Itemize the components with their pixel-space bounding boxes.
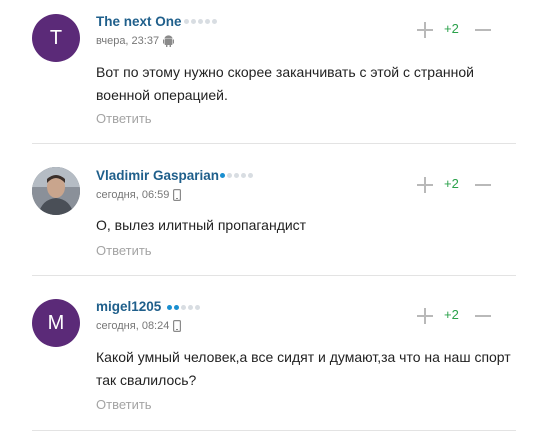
rating-dot [188, 305, 193, 310]
rating-dot [234, 173, 239, 178]
rating-dot [191, 19, 196, 24]
comment-score: +2 [444, 176, 459, 191]
rating-dot [241, 173, 246, 178]
upvote-button[interactable] [417, 177, 433, 193]
avatar[interactable]: M [32, 299, 80, 347]
comment-time: сегодня, 08:24 [96, 320, 170, 332]
phone-icon [173, 320, 182, 332]
rating-dot [195, 305, 200, 310]
rating-dot [184, 19, 189, 24]
rating-dot [174, 305, 179, 310]
comment-meta: вчера, 23:37 [96, 35, 175, 47]
comment-text: Вот по этому нужно скорее заканчивать с … [96, 64, 474, 103]
rating-dot [198, 19, 203, 24]
comment-meta: сегодня, 06:59 [96, 189, 182, 201]
avatar-letter: T [49, 26, 63, 49]
author-name[interactable]: migel1205 [96, 299, 161, 314]
comment-text: О, вылез илитный пропагандист [96, 217, 307, 233]
comment-divider [32, 275, 516, 276]
rating-dot [212, 19, 217, 24]
comment-score: +2 [444, 307, 459, 322]
upvote-button[interactable] [417, 22, 433, 38]
downvote-button[interactable] [475, 177, 491, 193]
android-icon [163, 35, 175, 47]
comment-time: сегодня, 06:59 [96, 189, 170, 201]
rating-dot [205, 19, 210, 24]
rating-dot [248, 173, 253, 178]
avatar[interactable]: T [32, 14, 80, 62]
comment-score: +2 [444, 21, 459, 36]
reply-button[interactable]: Ответить [96, 111, 152, 126]
rating-dot [181, 305, 186, 310]
comment-divider [32, 143, 516, 144]
comment-divider [32, 430, 516, 431]
downvote-button[interactable] [475, 22, 491, 38]
comment-time: вчера, 23:37 [96, 35, 160, 47]
reply-button[interactable]: Ответить [96, 243, 152, 258]
phone-icon [173, 189, 182, 201]
author-name[interactable]: The next One [96, 14, 182, 29]
rating-dot [167, 305, 172, 310]
comment-text: Какой умный человек,а все сидят и думают… [96, 349, 511, 388]
avatar[interactable] [32, 167, 80, 215]
rating-dots [167, 305, 200, 310]
rating-dot [220, 173, 225, 178]
comment-meta: сегодня, 08:24 [96, 320, 182, 332]
rating-dots [220, 173, 253, 178]
upvote-button[interactable] [417, 308, 433, 324]
rating-dots [184, 19, 217, 24]
reply-button[interactable]: Ответить [96, 397, 152, 412]
user-photo-icon [32, 167, 80, 215]
author-name[interactable]: Vladimir Gasparian [96, 168, 219, 183]
downvote-button[interactable] [475, 308, 491, 324]
avatar-letter: M [47, 311, 65, 334]
rating-dot [227, 173, 232, 178]
